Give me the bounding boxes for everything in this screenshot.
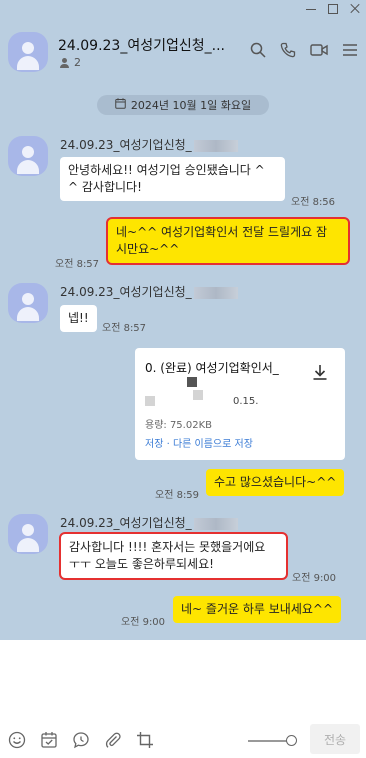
message-time: 오전 9:00 — [121, 617, 166, 628]
schedule-icon[interactable] — [40, 731, 58, 752]
blurred-filename-part — [193, 390, 203, 400]
message-text: 네~^^ 여성기업확인서 전달 드릴게요 잠 — [116, 225, 328, 239]
blurred-name — [193, 139, 238, 152]
emoji-icon[interactable] — [8, 731, 26, 752]
font-size-slider[interactable] — [248, 735, 297, 746]
message-time: 오전 8:59 — [155, 490, 200, 501]
message-composer: 전송 — [0, 640, 366, 758]
message-text: ^ 감사합니다! — [68, 180, 142, 194]
download-button[interactable] — [303, 356, 337, 390]
message-time: 오전 8:57 — [102, 323, 147, 334]
date-divider-text: 2024년 10월 1일 화요일 — [130, 99, 252, 112]
sender-name: 24.09.23_여성기업신청_ — [60, 514, 238, 531]
message-bubble[interactable]: 안녕하세요!! 여성기업 승인됐습니다 ^ ^ 감사합니다! — [60, 157, 285, 201]
capture-icon[interactable] — [136, 731, 154, 752]
blurred-filename-part — [145, 396, 155, 406]
chat-bubble-icon[interactable] — [72, 731, 90, 752]
message-bubble[interactable]: 네~^^ 여성기업확인서 전달 드릴게요 잠 시만요~^^ — [106, 217, 350, 265]
sender-name: 24.09.23_여성기업신청_ — [60, 136, 238, 153]
chat-header: 24.09.23_여성기업신청_... 2 — [0, 18, 366, 80]
search-icon[interactable] — [250, 42, 266, 58]
message-text: 시만요~^^ — [116, 242, 180, 256]
attach-icon[interactable] — [104, 731, 122, 752]
message-text: 넵!! — [68, 311, 89, 325]
close-icon[interactable] — [350, 4, 360, 14]
blurred-name — [193, 286, 238, 299]
message-text: ㅜㅜ 오늘도 좋은하루되세요! — [69, 557, 214, 571]
message-bubble[interactable]: 감사합니다 !!!! 혼자서는 못했을거에요 ㅜㅜ 오늘도 좋은하루되세요! — [59, 532, 288, 580]
chatroom-avatar[interactable] — [8, 32, 48, 72]
message-text: 네~ 즐거운 하루 보내세요^^ — [181, 602, 334, 616]
file-actions: 저장 · 다른 이름으로 저장 — [145, 435, 253, 450]
save-as-link[interactable]: 다른 이름으로 저장 — [173, 439, 253, 450]
message-text: 감사합니다 !!!! 혼자서는 못했을거에요 — [69, 540, 266, 554]
message-time: 오전 8:56 — [291, 197, 336, 208]
file-extension: 0.15. — [233, 396, 259, 407]
sender-name: 24.09.23_여성기업신청_ — [60, 283, 238, 300]
menu-icon[interactable] — [342, 43, 358, 57]
avatar[interactable] — [8, 136, 48, 176]
date-divider: 2024년 10월 1일 화요일 — [97, 95, 269, 115]
window-titlebar — [0, 0, 366, 18]
maximize-icon[interactable] — [328, 4, 338, 14]
video-icon[interactable] — [310, 42, 328, 58]
slider-knob[interactable] — [286, 735, 297, 746]
message-text: 안녕하세요!! 여성기업 승인됐습니다 ^ — [68, 163, 265, 177]
message-time: 오전 8:57 — [55, 259, 100, 270]
download-icon — [311, 363, 329, 384]
send-button[interactable]: 전송 — [310, 724, 360, 754]
minimize-icon[interactable] — [306, 4, 316, 14]
calendar-icon — [115, 98, 126, 112]
blurred-filename-part — [187, 377, 197, 387]
avatar[interactable] — [8, 283, 48, 323]
call-icon[interactable] — [280, 42, 296, 58]
file-name: 0. (완료) 여성기업확인서_ — [145, 361, 279, 375]
message-text: 수고 많으셨습니다~^^ — [214, 475, 337, 489]
file-size: 용량: 75.02KB — [145, 420, 212, 431]
chatroom-title[interactable]: 24.09.23_여성기업신청_... — [58, 35, 225, 55]
avatar[interactable] — [8, 514, 48, 554]
message-bubble[interactable]: 수고 많으셨습니다~^^ — [206, 469, 345, 496]
message-time: 오전 9:00 — [292, 573, 337, 584]
message-bubble[interactable]: 네~ 즐거운 하루 보내세요^^ — [173, 596, 342, 623]
file-attachment-card[interactable]: 0. (완료) 여성기업확인서_ 0.15. 용량: 75.02KB 저장 · … — [135, 348, 345, 460]
header-actions — [250, 42, 358, 58]
person-icon — [60, 57, 70, 68]
save-link[interactable]: 저장 — [145, 439, 163, 450]
member-count[interactable]: 2 — [60, 56, 81, 69]
message-input[interactable] — [0, 640, 366, 720]
message-bubble[interactable]: 넵!! — [60, 305, 97, 332]
member-count-value: 2 — [74, 56, 81, 69]
blurred-name — [193, 517, 238, 530]
composer-toolbar — [8, 731, 154, 752]
